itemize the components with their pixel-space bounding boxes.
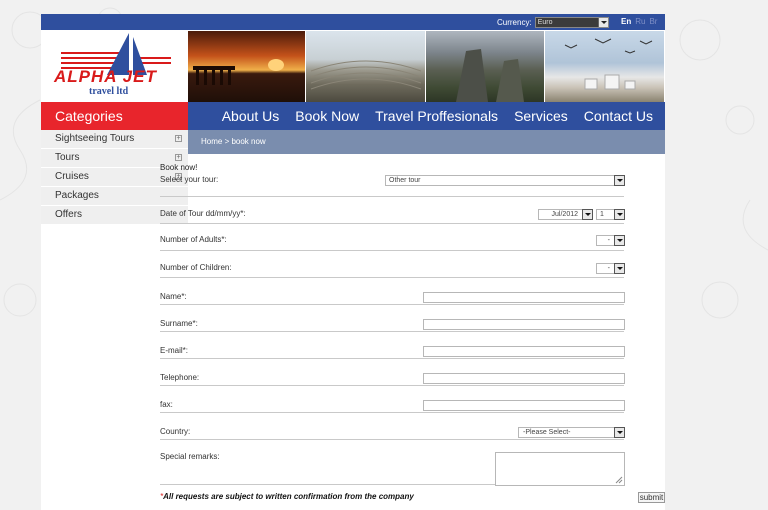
- country-label: Country:: [160, 427, 191, 436]
- surname-input[interactable]: [423, 319, 625, 330]
- adults-label: Number of Adults*:: [160, 235, 227, 244]
- currency-value: Euro: [537, 19, 553, 26]
- note-text: All requests are subject to written conf…: [163, 492, 414, 501]
- sidebar-item-label: Offers: [55, 209, 83, 220]
- main-nav: About Us Book Now Travel Proffesionals S…: [188, 102, 665, 130]
- chevron-down-icon: [614, 235, 625, 246]
- chevron-down-icon: [614, 209, 625, 220]
- nav-services[interactable]: Services: [506, 108, 576, 124]
- tour-label: Select your tour:: [160, 175, 219, 184]
- photo-meteora: [426, 31, 545, 102]
- currency-label: Currency:: [497, 18, 532, 27]
- logo[interactable]: ALPHA JET travel ltd: [41, 31, 188, 102]
- tour-select[interactable]: Other tour: [385, 175, 625, 186]
- chevron-down-icon: [614, 263, 625, 274]
- language-en[interactable]: En: [621, 17, 631, 26]
- children-label: Number of Children:: [160, 263, 232, 272]
- resize-handle-icon[interactable]: [615, 476, 623, 484]
- tour-row: Select your tour: Other tour: [160, 175, 625, 197]
- telephone-label: Telephone:: [160, 373, 200, 382]
- remarks-textarea[interactable]: [495, 452, 625, 486]
- top-bar: Currency: Euro En Ru Br: [41, 14, 665, 30]
- currency-switcher: Currency: Euro: [497, 17, 609, 28]
- currency-select[interactable]: Euro: [534, 17, 609, 28]
- nav-book-now[interactable]: Book Now: [287, 108, 367, 124]
- remarks-row: Special remarks:: [160, 440, 625, 486]
- logo-subtitle: travel ltd: [89, 86, 129, 97]
- email-input[interactable]: [423, 346, 625, 357]
- country-value: -Please Select-: [523, 429, 571, 436]
- submit-button[interactable]: submit: [638, 492, 665, 503]
- booking-form: Book now! Select your tour: Other tour D…: [160, 148, 625, 486]
- email-label: E-mail*:: [160, 346, 189, 355]
- chevron-down-icon: [597, 18, 608, 27]
- date-day-select[interactable]: 1: [596, 209, 625, 220]
- chevron-down-icon: [614, 175, 625, 186]
- fax-input[interactable]: [423, 400, 625, 411]
- date-month-select[interactable]: Jul/2012: [538, 209, 593, 220]
- language-ru[interactable]: Ru: [635, 17, 645, 26]
- name-row: Name*:: [160, 278, 625, 305]
- language-br[interactable]: Br: [649, 17, 657, 26]
- surname-row: Surname*:: [160, 305, 625, 332]
- categories-header: Categories: [41, 102, 188, 130]
- sidebar-item-sightseeing-tours[interactable]: Sightseeing Tours +: [41, 130, 188, 149]
- expand-icon[interactable]: +: [175, 135, 182, 142]
- remarks-label: Special remarks:: [160, 452, 220, 461]
- surname-label: Surname*:: [160, 319, 198, 328]
- fax-label: fax:: [160, 400, 173, 409]
- country-select[interactable]: -Please Select-: [518, 427, 625, 438]
- photo-theatre: [306, 31, 426, 102]
- photo-temple-sunset: [188, 31, 306, 102]
- adults-select[interactable]: -: [596, 235, 625, 246]
- sidebar-item-label: Sightseeing Tours: [55, 133, 135, 144]
- chevron-down-icon: [614, 427, 625, 438]
- country-row: Country: -Please Select-: [160, 413, 625, 440]
- fax-row: fax:: [160, 386, 625, 413]
- photo-seagulls-village: [545, 31, 665, 102]
- tour-value: Other tour: [389, 177, 421, 184]
- sidebar-item-label: Tours: [55, 152, 80, 163]
- children-value: -: [607, 265, 610, 272]
- logo-name: ALPHA JET: [54, 67, 157, 86]
- adults-row: Number of Adults*: -: [160, 224, 625, 251]
- telephone-input[interactable]: [423, 373, 625, 384]
- sidebar-item-label: Cruises: [55, 171, 89, 182]
- nav-travel-professionals[interactable]: Travel Proffesionals: [367, 108, 506, 124]
- date-month-value: Jul/2012: [551, 211, 578, 218]
- language-switcher: En Ru Br: [621, 17, 657, 26]
- nav-about-us[interactable]: About Us: [214, 108, 288, 124]
- header-photos: [188, 31, 665, 102]
- children-select[interactable]: -: [596, 263, 625, 274]
- name-input[interactable]: [423, 292, 625, 303]
- adults-value: -: [607, 237, 610, 244]
- chevron-down-icon: [582, 209, 593, 220]
- nav-contact-us[interactable]: Contact Us: [576, 108, 665, 124]
- date-row: Date of Tour dd/mm/yy*: Jul/2012 1: [160, 197, 625, 224]
- telephone-row: Telephone:: [160, 359, 625, 386]
- sidebar-item-label: Packages: [55, 190, 99, 201]
- children-row: Number of Children: -: [160, 251, 625, 278]
- form-title: Book now!: [160, 163, 198, 172]
- email-row: E-mail*:: [160, 332, 625, 359]
- date-day-value: 1: [600, 211, 604, 218]
- confirmation-note: *All requests are subject to written con…: [160, 492, 414, 501]
- date-label: Date of Tour dd/mm/yy*:: [160, 209, 246, 218]
- name-label: Name*:: [160, 292, 187, 301]
